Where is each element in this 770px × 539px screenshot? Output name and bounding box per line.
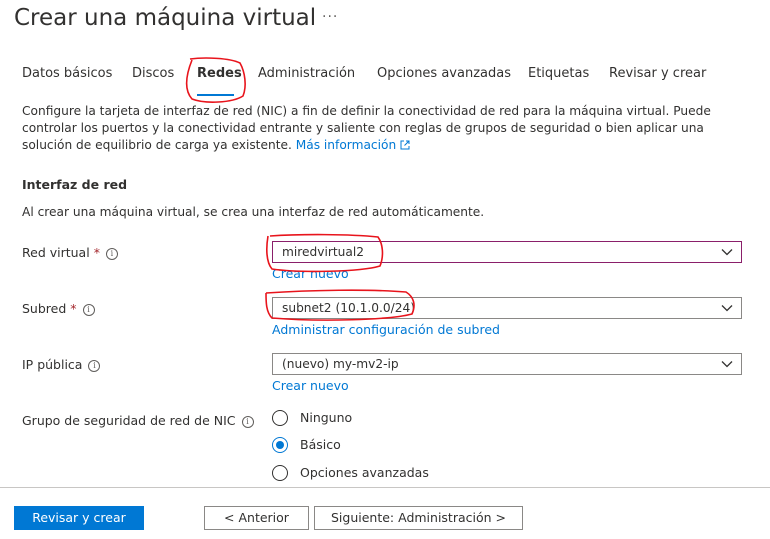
nsg-label: Grupo de seguridad de red de NIC i	[22, 413, 254, 428]
info-icon[interactable]: i	[241, 416, 254, 428]
radio-circle[interactable]	[272, 465, 288, 481]
tab-revisar-y-crear[interactable]: Revisar y crear	[609, 66, 706, 81]
subnet-select[interactable]: subnet2 (10.1.0.0/24)	[272, 297, 742, 319]
manage-subnet-link[interactable]: Administrar configuración de subred	[272, 322, 500, 337]
public-ip-label: IP pública i	[22, 357, 101, 372]
more-options-icon[interactable]: ···	[322, 9, 338, 25]
tab-opciones-avanzadas[interactable]: Opciones avanzadas	[377, 66, 511, 81]
radio-label: Ninguno	[300, 410, 353, 425]
learn-more-link[interactable]: Más información	[296, 138, 410, 152]
subnet-value: subnet2 (10.1.0.0/24)	[282, 301, 415, 315]
networking-description: Configure la tarjeta de interfaz de red …	[22, 103, 752, 154]
review-create-button[interactable]: Revisar y crear	[14, 506, 144, 530]
chevron-down-icon	[721, 305, 733, 312]
tab-redes[interactable]: Redes	[197, 66, 242, 81]
chevron-down-icon	[721, 361, 733, 368]
section-description: Al crear una máquina virtual, se crea un…	[22, 205, 485, 219]
external-link-icon	[400, 140, 410, 150]
tab-discos[interactable]: Discos	[132, 66, 174, 81]
tab-datos-basicos[interactable]: Datos básicos	[22, 66, 112, 81]
public-ip-value: (nuevo) my-mv2-ip	[282, 357, 399, 371]
vnet-select[interactable]: miredvirtual2	[272, 241, 742, 263]
section-heading: Interfaz de red	[22, 177, 128, 192]
info-icon[interactable]: i	[105, 248, 118, 260]
public-ip-select[interactable]: (nuevo) my-mv2-ip	[272, 353, 742, 375]
vnet-label: Red virtual * i	[22, 245, 118, 260]
footer-divider	[0, 487, 770, 488]
required-marker: *	[70, 301, 77, 316]
required-marker: *	[93, 245, 100, 260]
previous-button[interactable]: < Anterior	[204, 506, 309, 530]
chevron-down-icon	[721, 249, 733, 256]
tab-administracion[interactable]: Administración	[258, 66, 355, 81]
page-title: Crear una máquina virtual	[14, 5, 317, 31]
radio-label: Opciones avanzadas	[300, 465, 429, 480]
radio-circle[interactable]	[272, 410, 288, 426]
info-icon[interactable]: i	[82, 304, 95, 316]
radio-circle-selected[interactable]	[272, 437, 288, 453]
public-ip-create-new-link[interactable]: Crear nuevo	[272, 378, 349, 393]
vnet-create-new-link[interactable]: Crear nuevo	[272, 266, 349, 281]
active-tab-indicator	[197, 94, 234, 96]
vnet-value: miredvirtual2	[282, 245, 364, 259]
subnet-label: Subred * i	[22, 301, 95, 316]
info-icon[interactable]: i	[88, 360, 101, 372]
next-button[interactable]: Siguiente: Administración >	[314, 506, 523, 530]
tab-etiquetas[interactable]: Etiquetas	[528, 66, 589, 81]
radio-label: Básico	[300, 437, 341, 452]
